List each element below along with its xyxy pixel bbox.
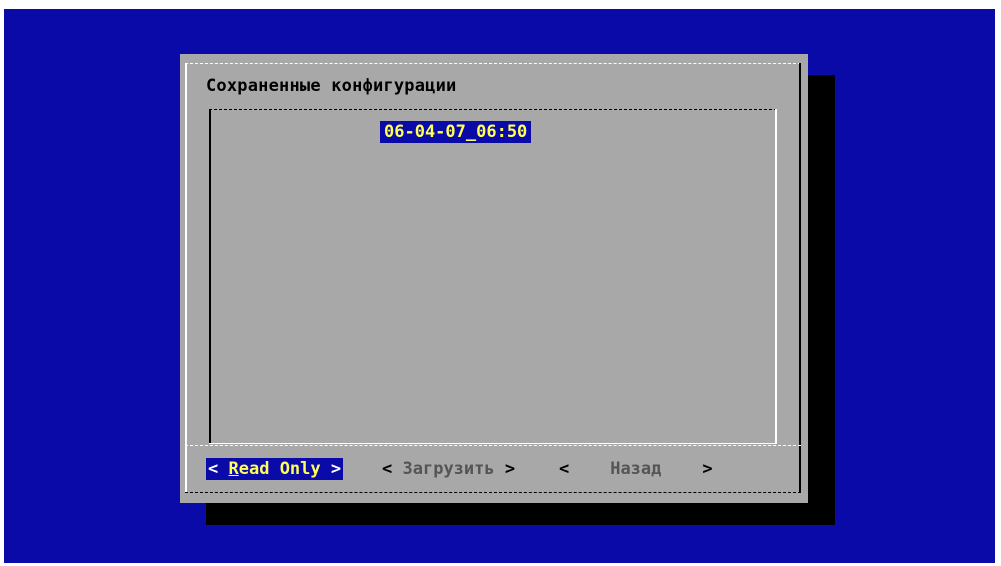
saved-configs-dialog: Сохраненные конфигурации 06-04-07_06:50 …: [180, 54, 808, 503]
dialog-border-top: [185, 63, 801, 64]
listbox-border-bottom: [209, 443, 777, 444]
read-only-button[interactable]: < Read Only >: [206, 458, 344, 480]
button-label: ead Only: [238, 459, 321, 479]
button-separator: [185, 445, 801, 446]
dialog-border-left: [185, 63, 187, 493]
listbox-border-top: [209, 109, 777, 110]
button-open-bracket: <: [382, 459, 393, 479]
config-listbox[interactable]: 06-04-07_06:50: [209, 107, 777, 444]
listbox-border-right: [775, 109, 777, 444]
back-button[interactable]: < Назад >: [559, 458, 713, 480]
dialog-title: Сохраненные конфигурации: [206, 76, 457, 96]
listbox-border-left: [209, 109, 211, 444]
button-close-bracket: >: [330, 459, 342, 479]
dialog-border-bottom: [185, 492, 801, 493]
button-open-bracket: <: [559, 459, 570, 479]
dialog-border-right: [799, 63, 801, 493]
button-close-bracket: >: [504, 459, 516, 479]
button-open-bracket: <: [208, 459, 219, 479]
load-button[interactable]: < Загрузить >: [382, 458, 515, 480]
button-label: Назад: [610, 459, 662, 479]
button-label: Загрузить: [402, 459, 495, 479]
button-hotkey: R: [228, 459, 239, 479]
config-list-item[interactable]: 06-04-07_06:50: [380, 121, 532, 143]
button-close-bracket: >: [702, 459, 713, 479]
